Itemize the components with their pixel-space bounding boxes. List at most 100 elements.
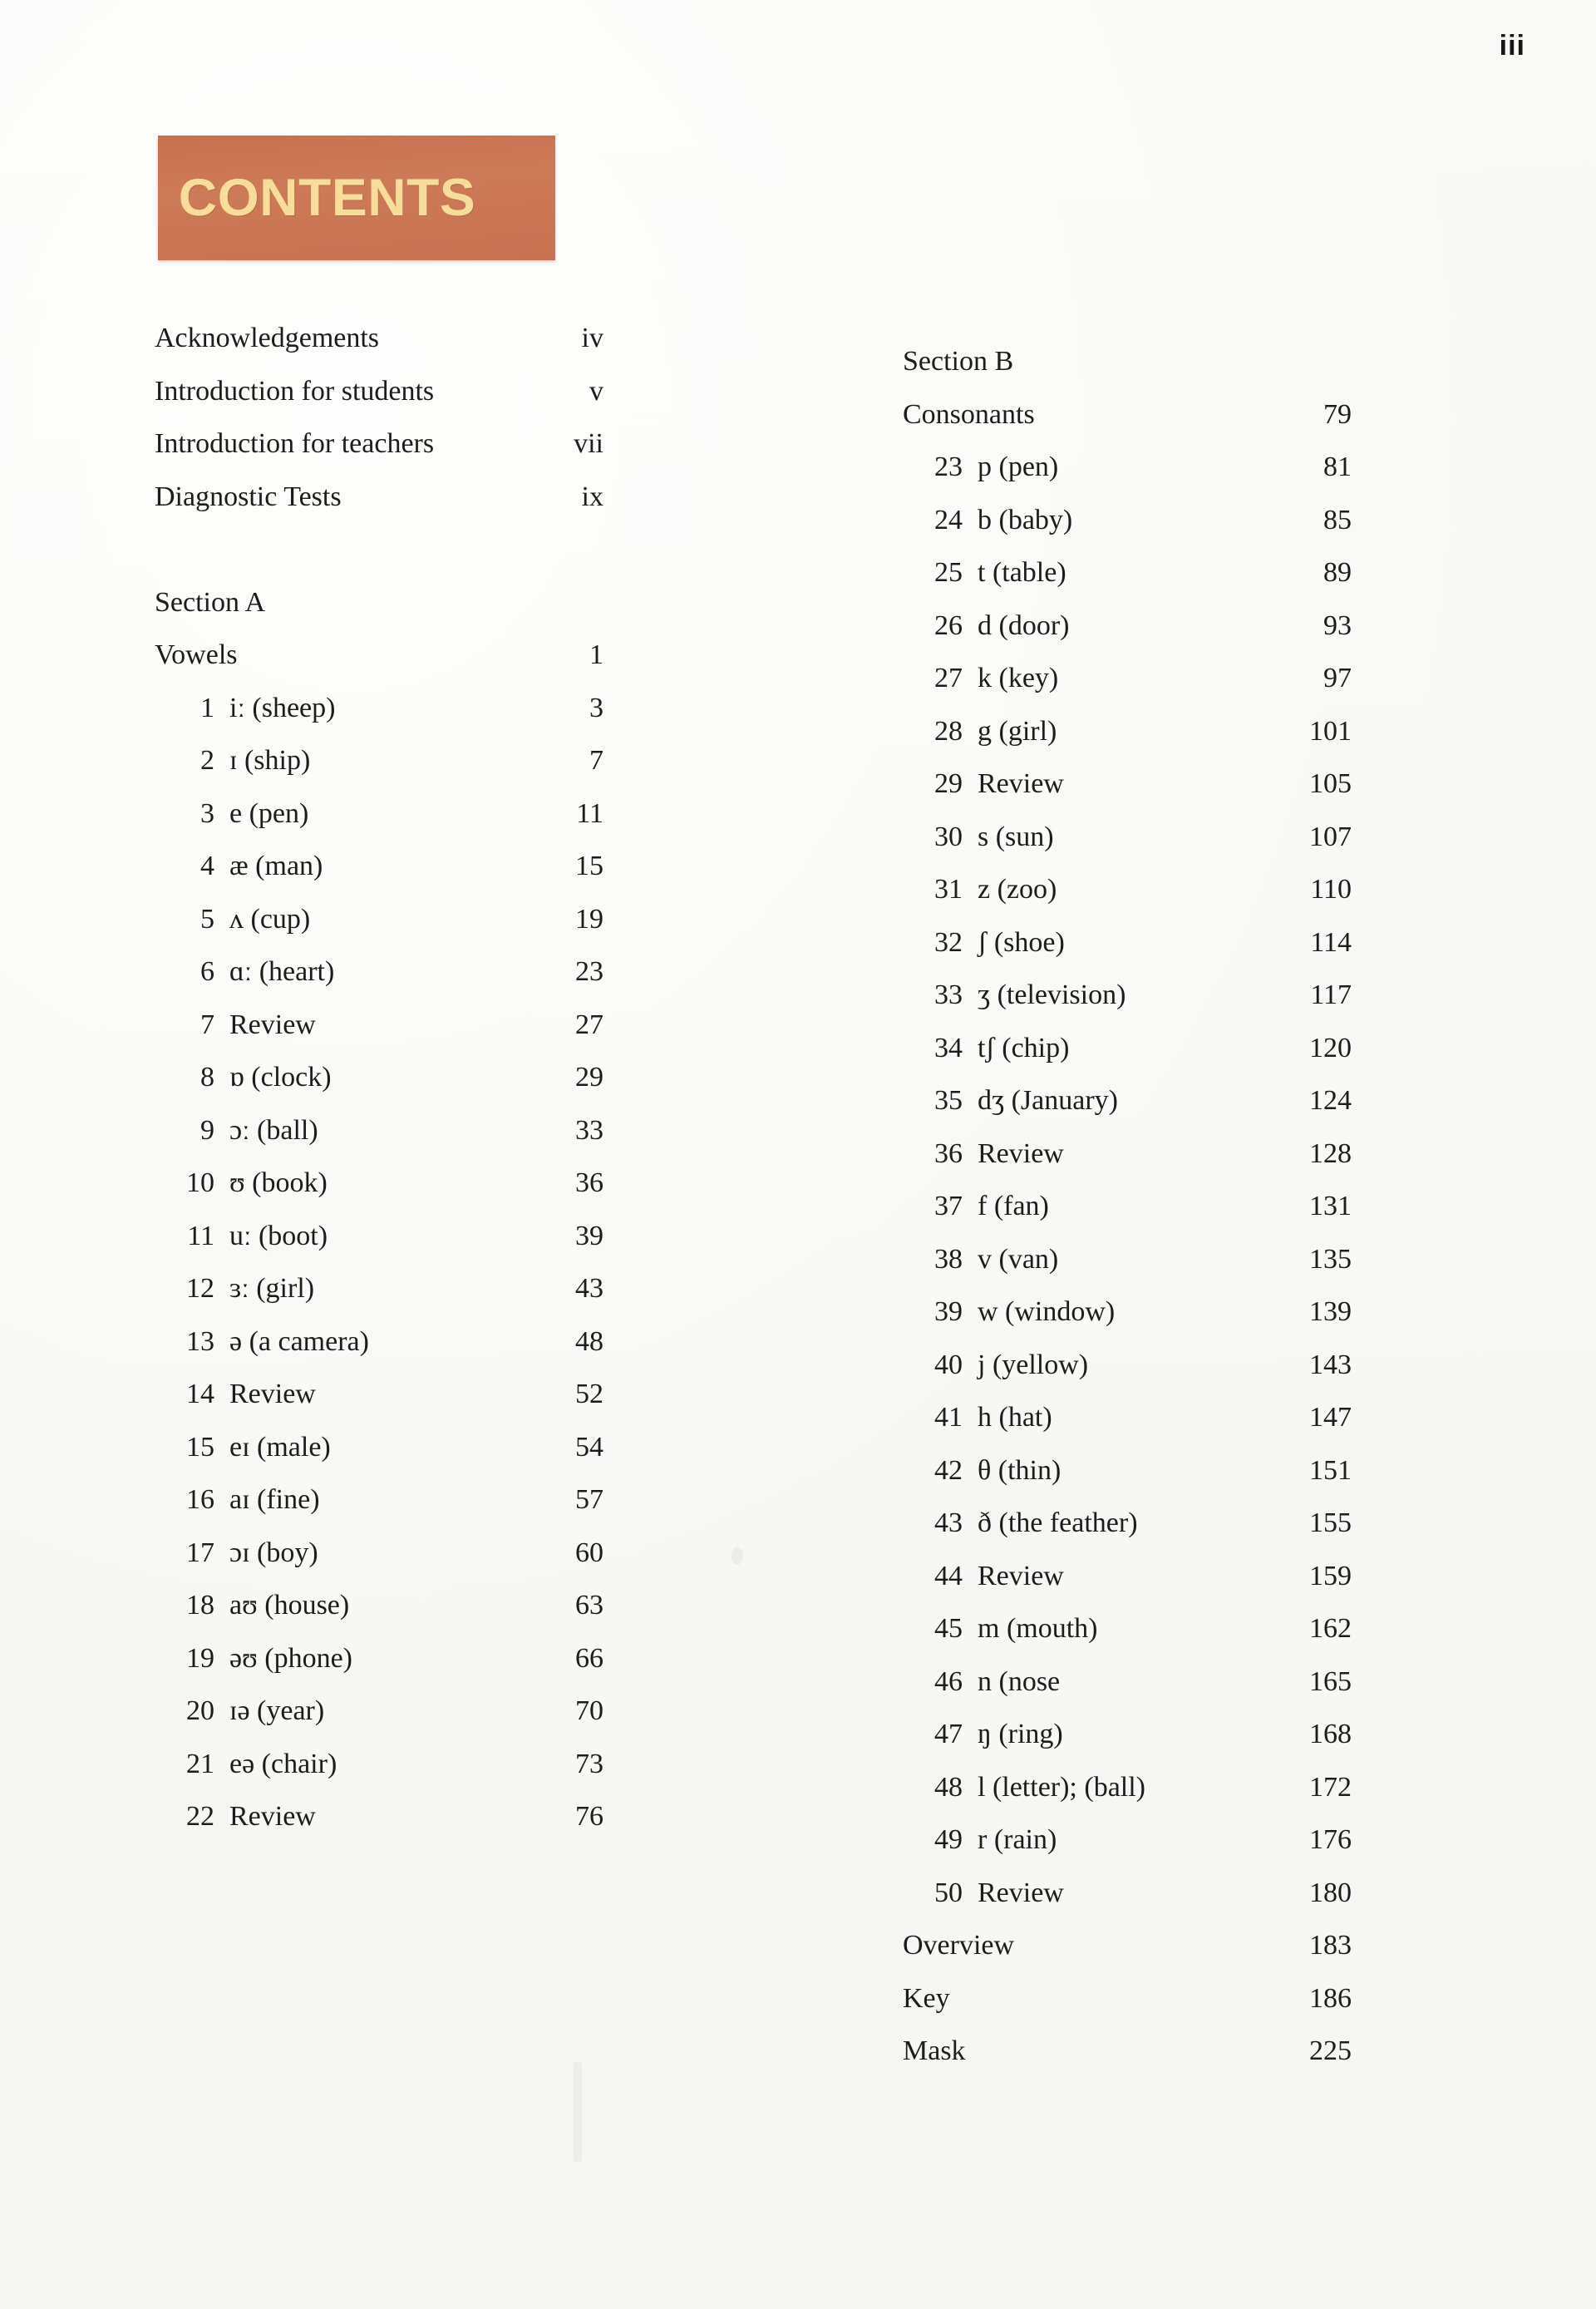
entry-label: Key (903, 1982, 950, 2014)
entry-page: vii (574, 428, 603, 459)
unit-page: 54 (575, 1431, 603, 1463)
toc-entry-introduction-students[interactable]: Introduction for students v (155, 377, 603, 431)
unit-number: 24 (934, 504, 963, 535)
unit-number: 31 (934, 874, 963, 905)
toc-unit-row[interactable]: 29 Review 105 (903, 770, 1352, 823)
toc-unit-row[interactable]: 20 ɪə (year) 70 (155, 1697, 603, 1750)
unit-label: ŋ (ring) (978, 1719, 1063, 1749)
unit-page: 7 (589, 745, 603, 776)
unit-page: 162 (1309, 1613, 1352, 1644)
toc-unit-row[interactable]: 1 iː (sheep) 3 (155, 693, 603, 747)
unit-page: 155 (1309, 1507, 1352, 1538)
toc-unit-row[interactable]: 49 r (rain) 176 (903, 1826, 1352, 1879)
unit-label: eɪ (male) (229, 1431, 331, 1463)
toc-unit-row[interactable]: 31 z (zoo) 110 (903, 876, 1352, 929)
toc-unit-row[interactable]: 13 ə (a camera) 48 (155, 1325, 603, 1381)
scan-blemish (574, 2062, 582, 2162)
toc-unit-row[interactable]: 4 æ (man) 15 (155, 852, 603, 905)
toc-unit-row[interactable]: 2 ɪ (ship) 7 (155, 747, 603, 800)
toc-entry-diagnostic-tests[interactable]: Diagnostic Tests ix (155, 482, 603, 536)
toc-unit-row[interactable]: 19 əʊ (phone) 66 (155, 1644, 603, 1698)
toc-unit-row[interactable]: 18 aʊ (house) 63 (155, 1591, 603, 1645)
toc-unit-row[interactable]: 48 l (letter); (ball) 172 (903, 1771, 1352, 1827)
toc-unit-row[interactable]: 11 uː (boot) 39 (155, 1221, 603, 1275)
toc-unit-row[interactable]: 15 eɪ (male) 54 (155, 1433, 603, 1487)
section-label: Section B (903, 346, 1014, 377)
entry-page: 183 (1309, 1930, 1352, 1961)
toc-unit-row[interactable]: 12 ɜː (girl) 43 (155, 1275, 603, 1328)
toc-unit-row[interactable]: 14 Review 52 (155, 1380, 603, 1433)
toc-unit-row[interactable]: 45 m (mouth) 162 (903, 1615, 1352, 1668)
toc-unit-row[interactable]: 26 d (door) 93 (903, 609, 1352, 665)
toc-unit-row[interactable]: 46 n (nose 165 (903, 1667, 1352, 1721)
unit-number: 43 (934, 1507, 963, 1538)
unit-number: 13 (186, 1325, 214, 1357)
toc-unit-row[interactable]: 41 h (hat) 147 (903, 1404, 1352, 1457)
toc-unit-row[interactable]: 40 j (yellow) 143 (903, 1349, 1352, 1404)
unit-number: 2 (200, 745, 214, 776)
unit-label: dʒ (January) (978, 1085, 1118, 1116)
toc-unit-row[interactable]: 33 ʒ (television) 117 (903, 981, 1352, 1034)
toc-unit-row[interactable]: 30 s (sun) 107 (903, 821, 1352, 876)
toc-unit-row[interactable]: 21 eə (chair) 73 (155, 1749, 603, 1803)
toc-entry-acknowledgements[interactable]: Acknowledgements iv (155, 324, 603, 377)
unit-page: 180 (1309, 1877, 1352, 1908)
unit-label: Review (978, 768, 1064, 799)
unit-number: 6 (200, 956, 214, 987)
unit-label: l (letter); (ball) (978, 1771, 1146, 1803)
toc-unit-row[interactable]: 39 w (window) 139 (903, 1298, 1352, 1351)
scan-blemish (732, 1547, 743, 1565)
toc-unit-row[interactable]: 8 ɒ (clock) 29 (155, 1063, 603, 1117)
unit-number: 25 (934, 557, 963, 588)
unit-number: 3 (200, 797, 214, 829)
unit-page: 93 (1323, 609, 1352, 641)
unit-page: 168 (1309, 1719, 1352, 1749)
toc-unit-row[interactable]: 47 ŋ (ring) 168 (903, 1720, 1352, 1774)
toc-unit-row[interactable]: 23 p (pen) 81 (903, 453, 1352, 506)
toc-unit-row[interactable]: 32 ʃ (shoe) 114 (903, 928, 1352, 982)
toc-unit-row[interactable]: 34 tʃ (chip) 120 (903, 1034, 1352, 1088)
unit-label: ʊ (book) (229, 1167, 328, 1198)
toc-unit-row[interactable]: 3 e (pen) 11 (155, 797, 603, 853)
toc-unit-row[interactable]: 22 Review 76 (155, 1803, 603, 1856)
unit-label: ɒ (clock) (229, 1062, 332, 1093)
toc-unit-row[interactable]: 36 Review 128 (903, 1139, 1352, 1193)
toc-unit-row[interactable]: 35 dʒ (January) 124 (903, 1087, 1352, 1140)
unit-number: 15 (186, 1431, 214, 1463)
unit-label: e (pen) (229, 797, 309, 829)
toc-unit-row[interactable]: 9 ɔː (ball) 33 (155, 1116, 603, 1170)
entry-page: v (589, 375, 603, 407)
unit-number: 42 (934, 1454, 963, 1486)
toc-unit-row[interactable]: 44 Review 159 (903, 1562, 1352, 1616)
toc-unit-row[interactable]: 10 ʊ (book) 36 (155, 1169, 603, 1222)
toc-group-consonants[interactable]: Consonants 79 (903, 400, 1352, 454)
toc-unit-row[interactable]: 28 g (girl) 101 (903, 717, 1352, 771)
toc-left-column: Acknowledgements iv Introduction for stu… (155, 324, 603, 1856)
unit-number: 38 (934, 1243, 963, 1275)
toc-unit-row[interactable]: 6 ɑː (heart) 23 (155, 958, 603, 1011)
unit-page: 19 (575, 903, 603, 935)
toc-unit-row[interactable]: 7 Review 27 (155, 1010, 603, 1064)
toc-unit-row[interactable]: 5 ʌ (cup) 19 (155, 905, 603, 959)
toc-entry-introduction-teachers[interactable]: Introduction for teachers vii (155, 430, 603, 483)
unit-number: 35 (934, 1085, 963, 1116)
toc-entry-key[interactable]: Key 186 (903, 1982, 1352, 2038)
toc-unit-row[interactable]: 43 ð (the feather) 155 (903, 1509, 1352, 1562)
toc-unit-row[interactable]: 24 b (baby) 85 (903, 506, 1352, 560)
unit-number: 20 (186, 1695, 214, 1726)
toc-group-vowels[interactable]: Vowels 1 (155, 641, 603, 694)
unit-page: 151 (1309, 1454, 1352, 1486)
toc-unit-row[interactable]: 42 θ (thin) 151 (903, 1454, 1352, 1510)
toc-unit-row[interactable]: 38 v (van) 135 (903, 1243, 1352, 1299)
toc-entry-mask[interactable]: Mask 225 (903, 2037, 1352, 2090)
toc-unit-row[interactable]: 16 aɪ (fine) 57 (155, 1486, 603, 1539)
unit-page: 107 (1309, 821, 1352, 852)
toc-unit-row[interactable]: 17 ɔɪ (boy) 60 (155, 1538, 603, 1592)
unit-page: 143 (1309, 1349, 1352, 1380)
toc-unit-row[interactable]: 37 f (fan) 131 (903, 1192, 1352, 1246)
unit-number: 45 (934, 1613, 963, 1644)
toc-unit-row[interactable]: 25 t (table) 89 (903, 559, 1352, 612)
toc-entry-overview[interactable]: Overview 183 (903, 1932, 1352, 1985)
toc-unit-row[interactable]: 27 k (key) 97 (903, 664, 1352, 718)
toc-unit-row[interactable]: 50 Review 180 (903, 1877, 1352, 1932)
